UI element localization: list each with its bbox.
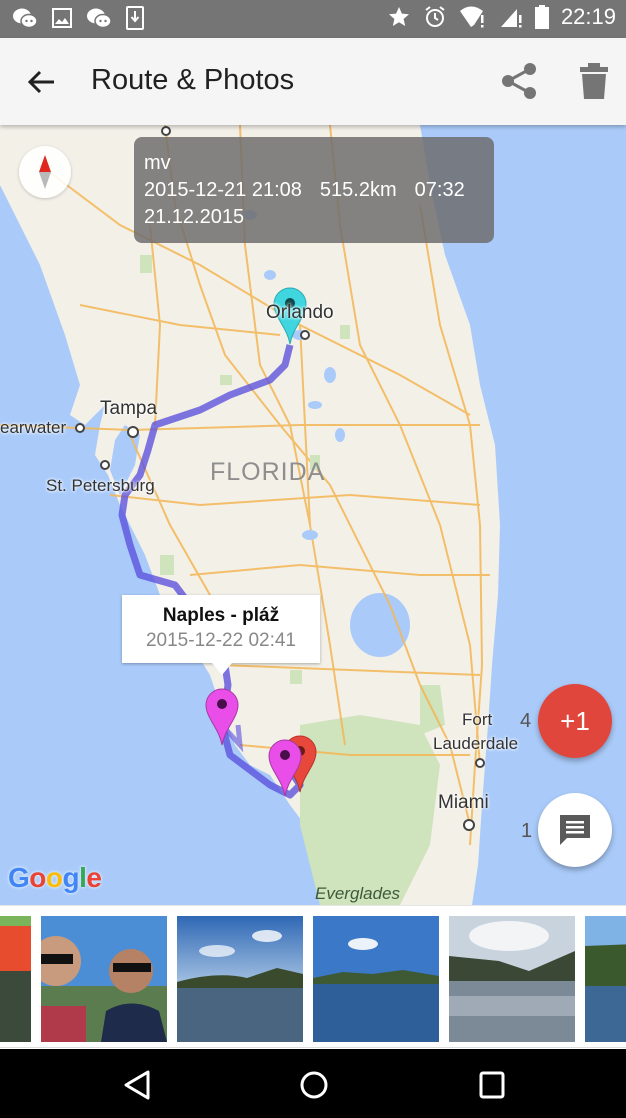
label-lauderdale: Lauderdale	[433, 734, 519, 753]
plus-one-button[interactable]: +1	[538, 684, 612, 758]
back-nav-icon[interactable]	[120, 1069, 156, 1101]
label-clearwater: earwater	[0, 418, 67, 437]
label-miami: Miami	[438, 792, 489, 813]
delete-icon[interactable]	[574, 60, 614, 102]
photo-thumb-lake-1[interactable]	[177, 916, 303, 1042]
recents-nav-icon[interactable]	[474, 1069, 510, 1101]
comment-icon	[560, 815, 590, 845]
route-info-box: mv 2015-12-21 21:08 515.2km 07:32 21.12.20…	[134, 137, 494, 243]
photo-thumb-selfie[interactable]	[41, 916, 167, 1042]
photo-marker[interactable]	[205, 688, 239, 746]
share-icon[interactable]	[498, 60, 540, 102]
compass-icon	[39, 155, 51, 189]
route-duration: 07:32	[414, 179, 465, 201]
comment-button[interactable]	[538, 793, 612, 867]
photo-thumb-airboat-sign[interactable]	[0, 916, 31, 1042]
compass-button[interactable]	[19, 146, 71, 198]
download-icon	[126, 6, 144, 30]
photo-strip[interactable]	[0, 905, 626, 1048]
wifi-alert-icon	[459, 6, 484, 28]
lake-okeechobee	[350, 593, 410, 657]
system-nav-bar	[0, 1049, 626, 1118]
plus-one-count: 4	[520, 710, 532, 732]
status-bar: 22:19	[0, 0, 626, 38]
map-view[interactable]: mv 2015-12-21 21:08 515.2km 07:32 21.12.20…	[0, 125, 626, 905]
wechat-icon	[13, 8, 38, 29]
route-start-time: 2015-12-21 21:08	[144, 179, 302, 201]
plus-one-label: +1	[560, 705, 590, 736]
comment-count: 1	[521, 820, 533, 842]
label-tampa: Tampa	[100, 398, 158, 419]
marker-info-window[interactable]: Naples - pláž 2015-12-22 02:41	[122, 595, 320, 675]
label-fort: Fort	[462, 710, 493, 729]
photo-thumb-river[interactable]	[449, 916, 575, 1042]
google-logo: Google	[8, 862, 102, 893]
route-name: mv	[144, 152, 171, 174]
photo-thumb-trees[interactable]	[585, 916, 626, 1042]
page-title: Route & Photos	[91, 64, 295, 96]
wechat-icon	[87, 8, 112, 29]
gallery-icon	[52, 8, 72, 28]
photo-thumb-lake-2[interactable]	[313, 916, 439, 1042]
route-date: 21.12.2015	[144, 206, 245, 228]
marker-subtitle: 2015-12-22 02:41	[145, 630, 296, 651]
alarm-icon	[425, 6, 445, 27]
clock-time: 22:19	[560, 4, 616, 29]
home-nav-icon[interactable]	[296, 1069, 332, 1101]
route-stats: 2015-12-21 21:08 515.2km 07:32	[144, 177, 484, 204]
label-orlando: Orlando	[266, 302, 334, 323]
star-icon	[388, 7, 409, 26]
marker-title: Naples - pláž	[162, 605, 280, 626]
arrow-back-icon[interactable]	[22, 62, 62, 102]
signal-alert-icon	[500, 9, 522, 28]
label-st-petersburg: St. Petersburg	[46, 476, 155, 495]
route-distance: 515.2km	[319, 179, 397, 201]
photo-marker[interactable]	[268, 739, 302, 797]
app-bar: Route & Photos	[0, 38, 626, 125]
label-florida: FLORIDA	[210, 458, 326, 486]
battery-icon	[534, 5, 549, 29]
label-everglades: Everglades	[315, 884, 401, 903]
